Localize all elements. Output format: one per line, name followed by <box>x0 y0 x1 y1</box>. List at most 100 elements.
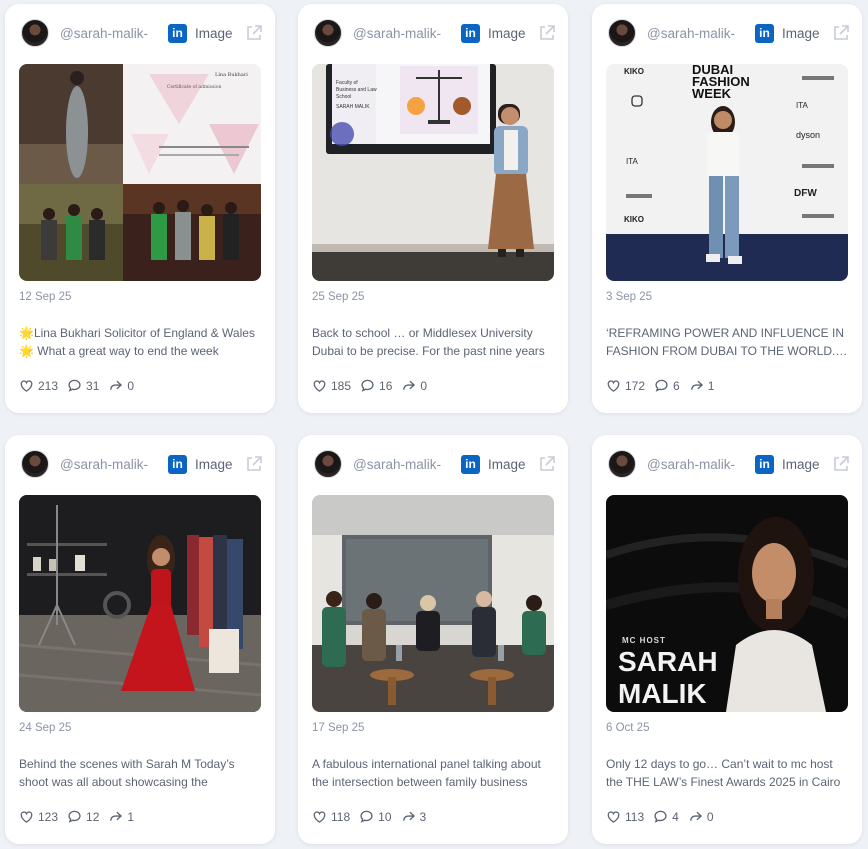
external-link-icon[interactable] <box>832 24 850 42</box>
image-slide-line2: Business and Law <box>336 87 377 93</box>
likes-stat: 213 <box>19 378 58 393</box>
heart-icon <box>607 380 620 392</box>
shares-count: 0 <box>706 809 714 824</box>
likes-stat: 123 <box>19 809 58 824</box>
post-caption[interactable]: A fabulous international panel talking a… <box>312 755 554 791</box>
image-name-line2: MALIK <box>618 678 707 709</box>
image-logo-dyson: dyson <box>796 130 820 140</box>
shares-stat: 0 <box>108 378 134 393</box>
likes-stat: 113 <box>606 809 644 824</box>
share-icon <box>110 380 123 390</box>
image-logo-ita-2: ITA <box>796 101 809 110</box>
post-date: 25 Sep 25 <box>312 291 365 303</box>
linkedin-icon: in <box>755 454 774 474</box>
likes-count: 185 <box>331 378 352 393</box>
post-caption[interactable]: Only 12 days to go… Can’t wait to mc hos… <box>606 755 848 791</box>
author-handle[interactable]: @sarah-malik- <box>60 457 160 472</box>
post-type-label: Image <box>782 456 820 472</box>
share-icon <box>690 380 703 390</box>
external-link-icon[interactable] <box>538 24 556 42</box>
card-header: @sarah-malik- in Image <box>21 449 263 479</box>
post-image[interactable] <box>312 495 554 712</box>
post-image[interactable]: Lina Bukhari Certificate of admission <box>19 64 261 281</box>
likes-count: 172 <box>625 378 646 393</box>
image-doc-line2: Certificate of admission <box>167 84 221 90</box>
avatar[interactable] <box>21 19 49 47</box>
post-type-label: Image <box>195 456 233 472</box>
author-handle[interactable]: @sarah-malik- <box>647 457 747 472</box>
share-icon <box>402 811 415 821</box>
post-date: 6 Oct 25 <box>606 722 650 734</box>
image-dfw-line3: WEEK <box>692 86 732 101</box>
linkedin-icon: in <box>461 23 480 43</box>
card-header: @sarah-malik- in Image <box>314 18 556 48</box>
linkedin-icon: in <box>168 23 187 43</box>
post-card[interactable]: @sarah-malik- in Image Faculty of Busine… <box>298 4 568 413</box>
avatar[interactable] <box>314 450 342 478</box>
author-handle[interactable]: @sarah-malik- <box>647 26 747 41</box>
likes-count: 118 <box>331 809 351 824</box>
external-link-icon[interactable] <box>245 24 263 42</box>
comments-stat: 6 <box>654 378 680 393</box>
comments-stat: 4 <box>653 809 679 824</box>
avatar[interactable] <box>608 450 636 478</box>
image-name-line1: SARAH <box>618 646 718 677</box>
post-caption[interactable]: 🌟Lina Bukhari Solicitor of England & Wal… <box>19 324 261 360</box>
post-type-label: Image <box>488 456 526 472</box>
engagement-stats: 185 16 0 <box>312 378 436 393</box>
shares-count: 0 <box>127 378 135 393</box>
image-slide-line1: Faculty of <box>336 80 358 86</box>
card-header: @sarah-malik- in Image <box>21 18 263 48</box>
post-image[interactable]: MC HOST SARAH MALIK <box>606 495 848 712</box>
author-handle[interactable]: @sarah-malik- <box>353 26 453 41</box>
post-card[interactable]: @sarah-malik- in Image KIKO DUBAI FASHIO… <box>592 4 862 413</box>
comments-count: 10 <box>378 809 392 824</box>
engagement-stats: 213 31 0 <box>19 378 143 393</box>
external-link-icon[interactable] <box>538 455 556 473</box>
post-date: 24 Sep 25 <box>19 722 72 734</box>
comments-count: 4 <box>672 809 679 824</box>
external-link-icon[interactable] <box>832 455 850 473</box>
image-logo-kiko-2: KIKO <box>624 215 644 224</box>
post-image[interactable]: KIKO DUBAI FASHION WEEK ITA KIKO dyson D… <box>606 64 848 281</box>
post-type-label: Image <box>782 25 820 41</box>
likes-stat: 172 <box>606 378 645 393</box>
likes-count: 213 <box>38 378 59 393</box>
comments-count: 16 <box>379 378 393 393</box>
shares-count: 1 <box>127 809 135 824</box>
shares-count: 0 <box>420 378 428 393</box>
shares-stat: 0 <box>688 809 714 824</box>
post-card[interactable]: @sarah-malik- in Image 17 Sep 25 A fabul… <box>298 435 568 844</box>
post-image[interactable]: Faculty of Business and Law School SARAH… <box>312 64 554 281</box>
image-logo-dfw: DFW <box>794 188 817 199</box>
shares-stat: 1 <box>689 378 714 393</box>
post-date: 12 Sep 25 <box>19 291 72 303</box>
post-caption[interactable]: Behind the scenes with Sarah M Today’s s… <box>19 755 261 791</box>
post-card[interactable]: @sarah-malik- in Image 24 Sep 25 Behind … <box>5 435 275 844</box>
post-card[interactable]: @sarah-malik- in Image MC HOST SARAH MAL… <box>592 435 862 844</box>
linkedin-icon: in <box>168 454 187 474</box>
share-icon <box>403 380 416 390</box>
author-handle[interactable]: @sarah-malik- <box>60 26 160 41</box>
post-caption[interactable]: ‘REFRAMING POWER AND INFLUENCE IN FASHIO… <box>606 324 848 360</box>
comments-stat: 10 <box>359 809 392 824</box>
engagement-stats: 123 12 1 <box>19 809 143 824</box>
external-link-icon[interactable] <box>245 455 263 473</box>
avatar[interactable] <box>314 19 342 47</box>
image-logo-kiko: KIKO <box>624 67 644 76</box>
comment-icon <box>654 810 667 823</box>
comments-count: 12 <box>86 809 100 824</box>
post-caption[interactable]: Back to school … or Middlesex University… <box>312 324 554 360</box>
comment-icon <box>68 810 81 823</box>
avatar[interactable] <box>608 19 636 47</box>
linkedin-icon: in <box>755 23 774 43</box>
post-type-label: Image <box>488 25 526 41</box>
comments-stat: 31 <box>67 378 99 393</box>
image-logo-ita: ITA <box>626 157 639 166</box>
avatar[interactable] <box>21 450 49 478</box>
post-image[interactable] <box>19 495 261 712</box>
author-handle[interactable]: @sarah-malik- <box>353 457 453 472</box>
comment-icon <box>361 379 374 392</box>
comment-icon <box>655 379 668 392</box>
post-card[interactable]: @sarah-malik- in Image Lina Bukhari Cert… <box>5 4 275 413</box>
